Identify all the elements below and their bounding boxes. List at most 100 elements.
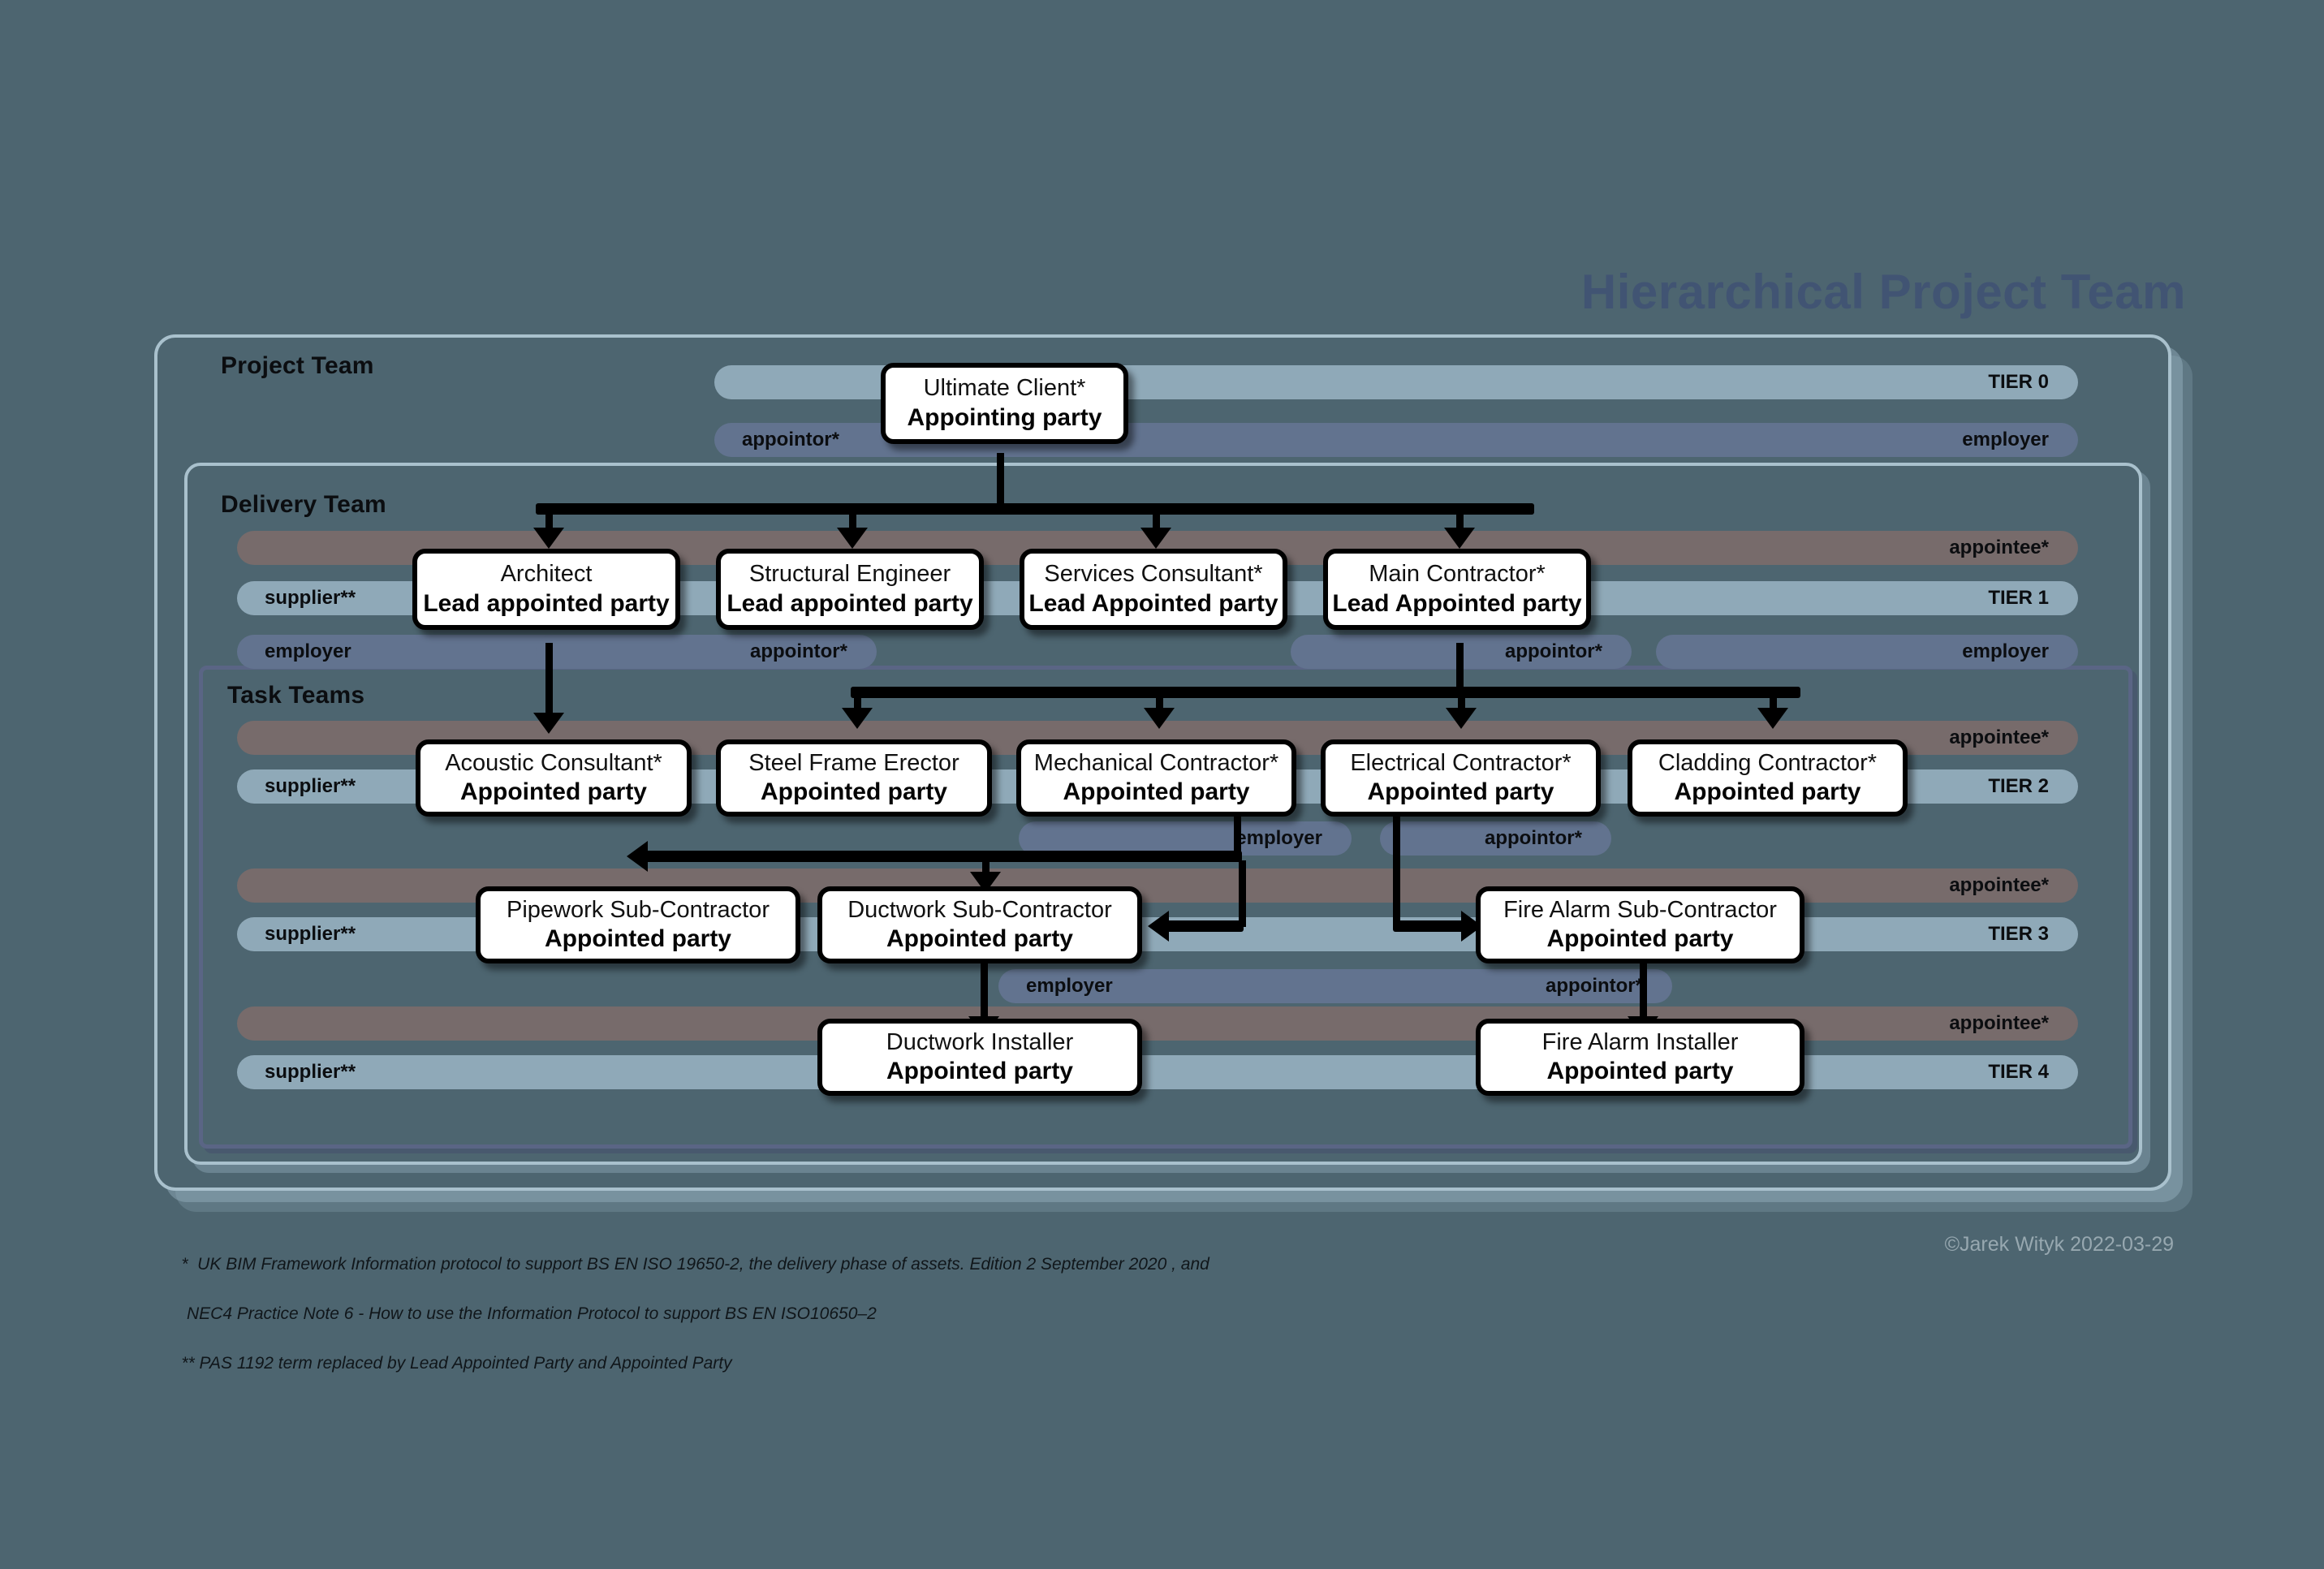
tier-0-label: TIER 0 (1988, 371, 2049, 393)
node-party: Appointed party (761, 778, 947, 806)
node-party: Appointed party (1367, 778, 1554, 806)
connector-main-contractor-stem (1456, 643, 1464, 692)
appointee-label-tier4: appointee* (1949, 1012, 2049, 1034)
node-role: Electrical Contractor* (1350, 749, 1572, 776)
employer-label-tier0: employer (1962, 429, 2049, 450)
node-party: Appointed party (1674, 778, 1861, 806)
node-party: Appointed party (545, 925, 731, 953)
delivery-team-label: Delivery Team (221, 491, 386, 518)
arrow-to-electrical-contractor (1446, 708, 1477, 729)
appointee-label-tier2: appointee* (1949, 726, 2049, 748)
appointor-label-tier0: appointor* (742, 429, 839, 450)
node-role: Ductwork Installer (886, 1028, 1074, 1055)
node-party: Appointed party (1546, 925, 1734, 953)
arrow-to-pipework-sub (627, 841, 648, 872)
employer-label-left-tier1: employer (265, 640, 351, 662)
arrow-to-main-contractor (1444, 528, 1475, 549)
arrow-to-steel-frame-erector (842, 708, 873, 729)
node-party: Appointed party (886, 925, 1073, 953)
node-role: Main Contractor* (1369, 561, 1546, 588)
appointor-label-tier2: appointor* (1485, 827, 1582, 849)
appointee-label-tier1: appointee* (1949, 537, 2049, 558)
tier-4-label: TIER 4 (1988, 1061, 2049, 1083)
node-acoustic-consultant[interactable]: Acoustic Consultant* Appointed party (416, 739, 692, 817)
node-role: Acoustic Consultant* (445, 749, 662, 776)
connector-client-stem (997, 453, 1004, 510)
node-party: Appointed party (460, 778, 647, 806)
node-ductwork-sub-contractor[interactable]: Ductwork Sub-Contractor Appointed party (817, 886, 1142, 963)
employer-label-right-tier1: employer (1962, 640, 2049, 662)
node-party: Lead appointed party (727, 589, 973, 617)
node-mechanical-contractor[interactable]: Mechanical Contractor* Appointed party (1016, 739, 1296, 817)
node-role: Fire Alarm Sub-Contractor (1503, 896, 1777, 923)
project-team-label: Project Team (221, 352, 374, 379)
footnote-line-1: * UK BIM Framework Information protocol … (181, 1255, 1209, 1274)
node-ductwork-installer[interactable]: Ductwork Installer Appointed party (817, 1019, 1142, 1096)
arrow-to-acoustic-consultant (533, 713, 564, 734)
arrow-to-architect (533, 528, 564, 549)
employer-label-tier3: employer (1026, 975, 1113, 997)
node-main-contractor[interactable]: Main Contractor* Lead Appointed party (1323, 549, 1591, 630)
band-appointor-left-tier1: appointor* (536, 635, 877, 669)
connector-electrical-stem (1393, 813, 1400, 927)
footnote-line-3: ** PAS 1192 term replaced by Lead Appoin… (181, 1354, 732, 1373)
node-party: Appointed party (1063, 778, 1250, 806)
arrow-mechanical-left (1148, 911, 1169, 942)
node-cladding-contractor[interactable]: Cladding Contractor* Appointed party (1628, 739, 1908, 817)
node-fire-alarm-installer[interactable]: Fire Alarm Installer Appointed party (1476, 1019, 1804, 1096)
tier-3-label: TIER 3 (1988, 923, 2049, 945)
supplier-label-tier1: supplier** (265, 587, 356, 609)
node-party: Appointed party (886, 1058, 1073, 1085)
node-party: Appointing party (907, 403, 1102, 431)
page-title: Hierarchical Project Team (1580, 265, 2186, 319)
appointee-label-tier3: appointee* (1949, 874, 2049, 896)
node-structural-engineer[interactable]: Structural Engineer Lead appointed party (716, 549, 984, 630)
node-electrical-contractor[interactable]: Electrical Contractor* Appointed party (1321, 739, 1601, 817)
band-appointor-tier2: appointor* (1380, 821, 1611, 856)
node-fire-alarm-sub-contractor[interactable]: Fire Alarm Sub-Contractor Appointed part… (1476, 886, 1804, 963)
node-role: Structural Engineer (748, 561, 951, 588)
supplier-label-tier2: supplier** (265, 775, 356, 797)
connector-tier2-bus (851, 687, 1800, 698)
node-role: Ductwork Sub-Contractor (847, 896, 1112, 923)
copyright-credit: ©Jarek Wityk 2022-03-29 (1944, 1233, 2174, 1256)
connector-tier1-bus (536, 503, 1534, 515)
appointor-label-tier3: appointor* (1546, 975, 1643, 997)
node-role: Pipework Sub-Contractor (507, 896, 770, 923)
footnotes: * UK BIM Framework Information protocol … (162, 1228, 1209, 1401)
node-steel-frame-erector[interactable]: Steel Frame Erector Appointed party (716, 739, 992, 817)
arrow-to-mechanical-contractor (1144, 708, 1175, 729)
diagram-canvas: Hierarchical Project Team TIER 0 appoint… (0, 0, 2324, 1569)
footnote-line-2: NEC4 Practice Note 6 - How to use the In… (187, 1304, 877, 1324)
connector-mechanical-down (1239, 860, 1246, 927)
arrow-to-structural-engineer (837, 528, 868, 549)
node-ultimate-client[interactable]: Ultimate Client* Appointing party (881, 363, 1128, 444)
node-role: Fire Alarm Installer (1541, 1028, 1739, 1055)
node-architect[interactable]: Architect Lead appointed party (412, 549, 680, 630)
node-role: Mechanical Contractor* (1033, 749, 1279, 776)
node-role: Ultimate Client* (923, 375, 1086, 402)
node-role: Cladding Contractor* (1658, 749, 1878, 776)
connector-architect-to-acoustic (545, 643, 553, 722)
supplier-label-tier4: supplier** (265, 1061, 356, 1083)
employer-label-tier2: employer (1235, 827, 1322, 849)
arrow-to-cladding-contractor (1757, 708, 1788, 729)
appointor-label-right-tier1: appointor* (1505, 640, 1602, 662)
task-teams-label: Task Teams (227, 682, 365, 709)
connector-mechanical-left-branch (1162, 920, 1244, 932)
connector-mechanical-bus (641, 851, 1242, 862)
node-role: Services Consultant* (1044, 561, 1263, 588)
supplier-label-tier3: supplier** (265, 923, 356, 945)
band-employer-right-tier1: employer (1656, 635, 2078, 669)
node-role: Steel Frame Erector (748, 749, 959, 776)
tier-2-label: TIER 2 (1988, 775, 2049, 797)
band-employer-tier3: employer appointor* (998, 969, 1672, 1003)
tier-1-label: TIER 1 (1988, 587, 2049, 609)
node-party: Appointed party (1546, 1058, 1734, 1085)
node-pipework-sub-contractor[interactable]: Pipework Sub-Contractor Appointed party (476, 886, 800, 963)
node-party: Lead Appointed party (1332, 589, 1582, 617)
appointor-label-left-tier1: appointor* (750, 640, 847, 662)
node-role: Architect (500, 561, 593, 588)
node-party: Lead appointed party (423, 589, 670, 617)
node-services-consultant[interactable]: Services Consultant* Lead Appointed part… (1020, 549, 1287, 630)
